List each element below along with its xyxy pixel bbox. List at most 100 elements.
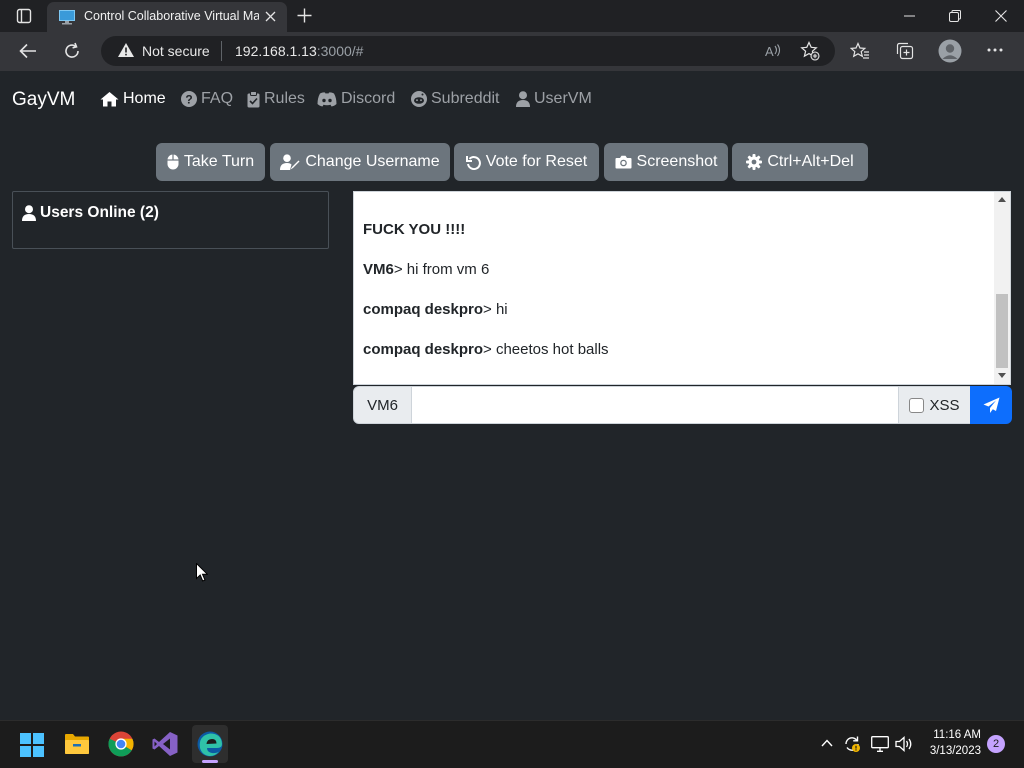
question-circle-icon: ? <box>181 91 197 107</box>
nav-subreddit[interactable]: Subreddit <box>411 90 500 108</box>
send-message-button[interactable] <box>970 386 1012 424</box>
chat-message: compaq deskpro> cheetos hot balls <box>363 341 609 358</box>
chat-username: VM6 <box>363 261 394 278</box>
nav-home[interactable]: Home <box>100 90 166 108</box>
chat-scroll-thumb[interactable] <box>996 294 1008 368</box>
screenshot-button[interactable]: Screenshot <box>604 143 728 181</box>
browser-tab[interactable]: Control Collaborative Virtual Ma <box>47 2 287 32</box>
windows-start-icon[interactable] <box>20 733 44 757</box>
vote-reset-button[interactable]: Vote for Reset <box>454 143 599 181</box>
chat-text: hi <box>491 301 508 318</box>
chat-separator: > <box>483 301 492 318</box>
reddit-icon <box>411 91 427 107</box>
chat-message: FUCK YOU !!!! <box>363 221 465 238</box>
user-icon <box>22 205 36 221</box>
vote-reset-label: Vote for Reset <box>485 153 588 170</box>
undo-icon <box>465 155 481 170</box>
take-turn-label: Take Turn <box>183 153 255 170</box>
refresh-icon[interactable] <box>63 42 81 60</box>
monitor-favicon-icon <box>59 10 75 25</box>
chrome-icon[interactable] <box>108 731 134 757</box>
chevron-up-icon[interactable] <box>821 739 833 747</box>
brand-logo[interactable]: GayVM <box>12 89 75 111</box>
user-edit-icon <box>280 154 300 170</box>
svg-text:A: A <box>765 44 774 59</box>
visual-studio-icon[interactable] <box>152 732 178 756</box>
nav-uservm[interactable]: UserVM <box>516 90 592 108</box>
collections-icon[interactable] <box>895 41 915 61</box>
tab-close-icon[interactable] <box>265 11 276 22</box>
clock-date[interactable]: 3/13/2023 <box>920 745 981 757</box>
edge-active-indicator <box>202 760 218 763</box>
chat-separator: > <box>393 261 403 278</box>
restore-icon[interactable] <box>949 10 961 22</box>
favorites-icon[interactable] <box>850 42 870 60</box>
address-bar[interactable] <box>101 36 835 66</box>
security-label[interactable]: Not secure <box>142 43 210 59</box>
gear-icon <box>746 154 763 170</box>
tab-actions-icon[interactable] <box>16 8 32 24</box>
warning-icon[interactable] <box>117 42 135 58</box>
take-turn-button[interactable]: Take Turn <box>156 143 265 181</box>
chat-text: hi from vm 6 <box>402 261 490 278</box>
nav-discord-label: Discord <box>341 90 396 107</box>
chat-message: compaq deskpro> hi <box>363 301 508 318</box>
scroll-up-arrow-icon[interactable] <box>998 197 1006 202</box>
nav-rules[interactable]: Rules <box>247 90 305 108</box>
nav-rules-label: Rules <box>264 90 305 107</box>
chat-message: VM6> hi from vm 6 <box>363 261 489 278</box>
xss-toggle[interactable]: XSS <box>898 386 971 424</box>
chat-username-addon: VM6 <box>353 386 412 424</box>
camera-icon <box>615 155 632 169</box>
tab-title: Control Collaborative Virtual Ma <box>84 9 259 23</box>
chat-username: FUCK YOU !!!! <box>363 221 466 238</box>
chat-text: cheetos hot balls <box>491 341 609 358</box>
mouse-icon <box>167 154 179 170</box>
paper-plane-icon <box>983 397 1000 414</box>
sync-icon[interactable] <box>843 735 861 753</box>
ctrl-alt-del-label: Ctrl+Alt+Del <box>767 153 854 170</box>
chat-username: compaq deskpro <box>363 301 484 318</box>
url-host: 192.168.1.13 <box>235 43 317 59</box>
url-path: :3000/# <box>316 43 364 59</box>
users-online-heading: Users Online (2) <box>22 204 159 222</box>
url-text[interactable]: 192.168.1.13:3000/# <box>235 43 363 59</box>
chat-message-list[interactable]: FUCK YOU !!!! VM6> hi from vm 6 compaq d… <box>353 191 1011 385</box>
address-divider <box>221 41 222 61</box>
more-menu-icon[interactable] <box>987 48 1003 52</box>
profile-avatar-icon[interactable] <box>938 39 962 63</box>
nav-uservm-label: UserVM <box>534 90 592 107</box>
xss-label: XSS <box>929 396 960 414</box>
clipboard-icon <box>247 90 260 108</box>
add-favorite-icon[interactable] <box>800 41 820 61</box>
read-aloud-icon[interactable]: A <box>764 42 782 60</box>
change-username-label: Change Username <box>305 153 440 170</box>
ctrl-alt-del-button[interactable]: Ctrl+Alt+Del <box>732 143 868 181</box>
network-icon[interactable] <box>871 736 889 752</box>
scroll-down-arrow-icon[interactable] <box>998 373 1006 378</box>
chat-input[interactable] <box>411 386 899 424</box>
svg-text:?: ? <box>185 93 192 107</box>
nav-subreddit-label: Subreddit <box>431 90 500 107</box>
notification-badge[interactable]: 2 <box>987 735 1005 753</box>
mouse-cursor-icon <box>196 563 208 582</box>
clock-time[interactable]: 11:16 AM <box>920 729 981 741</box>
edge-icon[interactable] <box>197 731 223 757</box>
nav-faq-label: FAQ <box>201 90 234 107</box>
users-online-label: Users Online (2) <box>40 204 159 221</box>
user-icon <box>516 91 530 107</box>
change-username-button[interactable]: Change Username <box>270 143 450 181</box>
file-explorer-icon[interactable] <box>64 733 90 755</box>
chat-separator: > <box>483 341 492 358</box>
volume-icon[interactable] <box>895 736 913 752</box>
nav-discord[interactable]: Discord <box>317 90 395 108</box>
chat-username: compaq deskpro <box>363 341 484 358</box>
new-tab-icon[interactable] <box>297 8 312 23</box>
minimize-icon[interactable] <box>904 15 915 17</box>
window-close-icon[interactable] <box>995 10 1007 22</box>
back-icon[interactable] <box>19 43 37 59</box>
screenshot-label: Screenshot <box>636 153 718 170</box>
home-icon <box>100 91 119 107</box>
nav-faq[interactable]: ? FAQ <box>181 90 233 108</box>
xss-checkbox[interactable] <box>909 397 925 413</box>
